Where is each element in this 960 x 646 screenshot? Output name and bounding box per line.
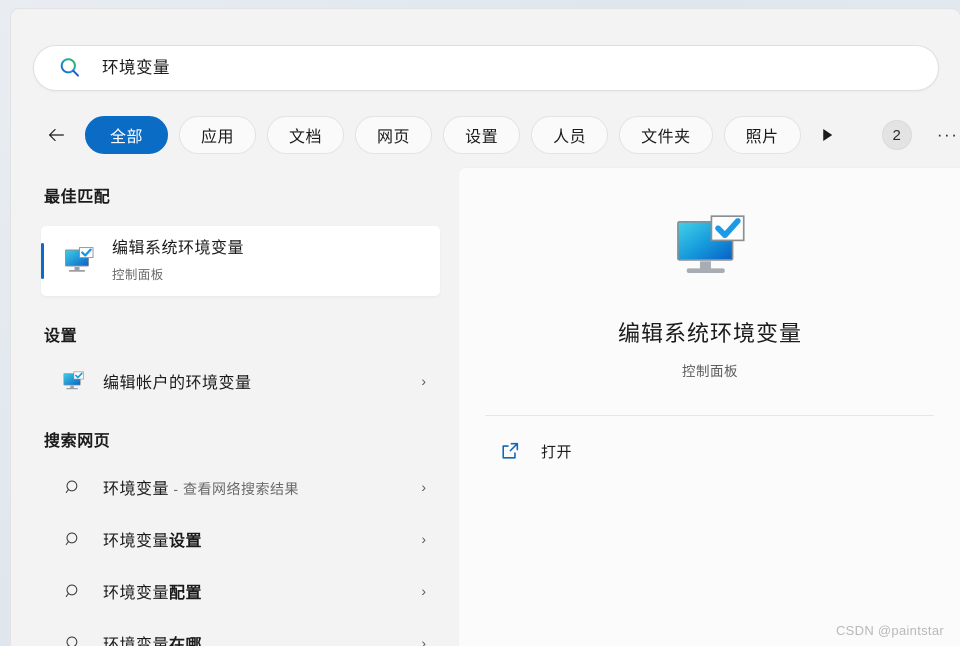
tab-label: 网页: [377, 129, 411, 146]
count-badge[interactable]: 2: [881, 120, 912, 150]
results-list: 最佳匹配 编辑系统环境变量 控制面板 设置 编辑帐户的环境变量 › 搜索网页 环…: [11, 167, 458, 646]
play-triangle-icon[interactable]: [812, 120, 842, 150]
tab-documents[interactable]: 文档: [267, 116, 345, 154]
ellipsis-icon[interactable]: ···: [934, 121, 960, 149]
search-input[interactable]: 环境变量: [33, 45, 939, 91]
monitor-check-icon: [61, 369, 85, 393]
settings-result-label: 编辑帐户的环境变量: [103, 375, 252, 392]
open-external-icon: [499, 440, 521, 462]
tab-label: 全部: [110, 129, 144, 146]
section-heading-web: 搜索网页: [44, 433, 111, 450]
chevron-right-icon[interactable]: ›: [421, 373, 426, 389]
chevron-right-icon[interactable]: ›: [421, 479, 426, 495]
chevron-right-icon[interactable]: ›: [421, 583, 426, 599]
web-result-row[interactable]: 环境变量设置 ›: [41, 519, 440, 559]
settings-result-row[interactable]: 编辑帐户的环境变量 ›: [41, 361, 440, 401]
best-match-title: 编辑系统环境变量: [112, 240, 245, 258]
tab-apps[interactable]: 应用: [179, 116, 257, 154]
monitor-check-icon: [63, 245, 95, 277]
tab-label: 文档: [289, 129, 323, 146]
ellipsis-glyph: ···: [936, 125, 959, 144]
web-query-text: 环境变量: [103, 585, 170, 602]
web-result-label: 环境变量配置: [103, 579, 202, 603]
web-suffix-text: 设置: [169, 533, 203, 550]
filter-tabs-bar: 全部 应用 文档 网页 设置 人员 文件夹 照片 2 ···: [33, 113, 957, 157]
web-result-label: 环境变量在哪: [103, 631, 202, 646]
best-match-texts: 编辑系统环境变量 控制面板: [112, 239, 244, 283]
tab-web[interactable]: 网页: [355, 116, 433, 154]
best-match-subtitle: 控制面板: [112, 267, 164, 282]
chevron-right-icon[interactable]: ›: [421, 635, 426, 646]
tab-folders[interactable]: 文件夹: [619, 116, 713, 154]
web-suffix-text: 在哪: [169, 637, 203, 646]
search-icon: [61, 527, 85, 551]
search-icon: [61, 579, 85, 603]
preview-subtitle: 控制面板: [682, 364, 738, 379]
search-bar-container: 环境变量: [33, 45, 939, 91]
web-result-label: 环境变量 - 查看网络搜索结果: [103, 475, 299, 499]
tab-all[interactable]: 全部: [85, 116, 169, 154]
search-icon: [61, 475, 85, 499]
search-icon: [61, 631, 85, 646]
section-heading-best-match: 最佳匹配: [44, 189, 111, 206]
web-result-row[interactable]: 环境变量配置 ›: [41, 571, 440, 611]
open-action-button[interactable]: 打开: [485, 431, 960, 471]
web-result-label: 环境变量设置: [103, 527, 202, 551]
web-suffix-text: 配置: [169, 585, 203, 602]
tab-people[interactable]: 人员: [531, 116, 609, 154]
tab-photos[interactable]: 照片: [723, 116, 801, 154]
section-heading-settings: 设置: [44, 328, 78, 345]
web-result-row[interactable]: 环境变量在哪 ›: [41, 623, 440, 646]
best-match-result[interactable]: 编辑系统环境变量 控制面板: [41, 226, 440, 296]
web-query-text: 环境变量: [103, 637, 170, 646]
tab-settings[interactable]: 设置: [443, 116, 521, 154]
preview-divider: [485, 415, 934, 416]
open-action-label: 打开: [541, 443, 573, 461]
web-query-text: 环境变量: [103, 481, 170, 498]
web-suffix-text: - 查看网络搜索结果: [169, 481, 299, 497]
monitor-check-icon: [672, 210, 748, 286]
search-icon: [58, 56, 82, 80]
count-badge-value: 2: [892, 126, 901, 144]
tab-label: 设置: [465, 129, 499, 146]
tab-label: 文件夹: [641, 129, 691, 146]
web-result-row[interactable]: 环境变量 - 查看网络搜索结果 ›: [41, 467, 440, 507]
preview-title: 编辑系统环境变量: [617, 321, 802, 346]
search-flyout-window: 环境变量 全部 应用 文档 网页 设置 人员 文件夹 照片 2 ··· 最佳匹配…: [10, 8, 960, 646]
tab-label: 人员: [553, 129, 587, 146]
preview-panel: 编辑系统环境变量 控制面板 打开: [458, 167, 960, 646]
tab-label: 应用: [201, 129, 235, 146]
content-area: 最佳匹配 编辑系统环境变量 控制面板 设置 编辑帐户的环境变量 › 搜索网页 环…: [11, 167, 960, 646]
chevron-right-icon[interactable]: ›: [421, 531, 426, 547]
selection-indicator: [41, 243, 44, 279]
watermark-text: CSDN @paintstar: [835, 623, 944, 638]
web-query-text: 环境变量: [103, 533, 170, 550]
tab-label: 照片: [745, 129, 779, 146]
search-input-value: 环境变量: [102, 58, 170, 77]
back-arrow-icon[interactable]: [39, 118, 73, 152]
